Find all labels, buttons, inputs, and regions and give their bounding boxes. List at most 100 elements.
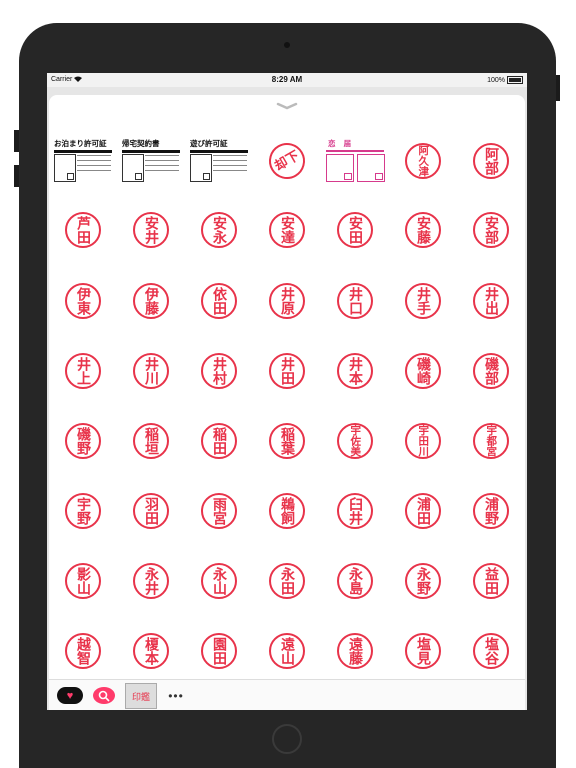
sticker-stamp[interactable]: 安永 [189, 200, 249, 260]
form-title: お泊まり許可証 [54, 138, 112, 153]
name-stamp: 阿久津 [405, 143, 441, 179]
sticker-stamp[interactable]: 遠藤 [325, 621, 385, 681]
sticker-pink-form[interactable]: 恋 届 [325, 131, 385, 191]
sticker-stamp[interactable]: 阿久津 [393, 131, 453, 191]
sticker-stamp[interactable]: 浦野 [461, 481, 521, 541]
sticker-stamp[interactable]: 安藤 [393, 200, 453, 260]
name-stamp: 稲垣 [133, 423, 169, 459]
sticker-stamp[interactable]: 塩谷 [461, 621, 521, 681]
sticker-stamp[interactable]: 鵜飼 [257, 481, 317, 541]
name-stamp: 井上 [65, 353, 101, 389]
sticker-stamp[interactable]: 安田 [325, 200, 385, 260]
stamp-text: 井村 [211, 357, 227, 385]
home-button[interactable] [272, 724, 302, 754]
stamp-text: 稲葉 [279, 427, 295, 455]
stamp-text: 永山 [211, 567, 227, 595]
name-stamp: 井村 [201, 353, 237, 389]
name-stamp: 臼井 [337, 493, 373, 529]
stamp-text: 井川 [143, 357, 159, 385]
sticker-stamp[interactable]: 芦田 [53, 200, 113, 260]
sticker-stamp[interactable]: 依田 [189, 271, 249, 331]
sticker-stamp[interactable]: 宇都宮 [461, 411, 521, 471]
sticker-stamp[interactable]: 井村 [189, 341, 249, 401]
sticker-stamp[interactable]: 宇野 [53, 481, 113, 541]
stamp-text: 塩見 [415, 637, 431, 665]
sticker-stamp[interactable]: 阿部 [461, 131, 521, 191]
sticker-stamp[interactable]: 井上 [53, 341, 113, 401]
sticker-stamp[interactable]: 井川 [121, 341, 181, 401]
sticker-stamp[interactable]: 伊東 [53, 271, 113, 331]
name-stamp: 越智 [65, 633, 101, 669]
stamp-text: 安部 [483, 216, 499, 244]
name-stamp: 依田 [201, 283, 237, 319]
sticker-stamp[interactable]: 益田 [461, 551, 521, 611]
status-time: 8:29 AM [271, 75, 303, 84]
power-button [556, 75, 560, 101]
sticker-pack-thumbnail[interactable]: 印鑑 [125, 683, 157, 709]
name-stamp: 井手 [405, 283, 441, 319]
name-stamp: 遠藤 [337, 633, 373, 669]
sticker-stamp[interactable]: 井本 [325, 341, 385, 401]
sticker-stamp[interactable]: 稲垣 [121, 411, 181, 471]
name-stamp: 安井 [133, 212, 169, 248]
sticker-stamp[interactable]: 磯部 [461, 341, 521, 401]
name-stamp: 宇佐美 [337, 423, 373, 459]
name-stamp: 永野 [405, 563, 441, 599]
sticker-stamp[interactable]: 安部 [461, 200, 521, 260]
search-button[interactable] [93, 687, 115, 704]
name-stamp: 浦野 [473, 493, 509, 529]
name-stamp: 磯部 [473, 353, 509, 389]
name-stamp: 雨宮 [201, 493, 237, 529]
sticker-stamp[interactable]: 伊藤 [121, 271, 181, 331]
sticker-stamp[interactable]: 磯崎 [393, 341, 453, 401]
stamp-text: 阿久津 [417, 145, 430, 177]
sticker-stamp[interactable]: 臼井 [325, 481, 385, 541]
name-stamp: 鵜飼 [269, 493, 305, 529]
name-stamp: 影山 [65, 563, 101, 599]
sticker-stamp[interactable]: 越智 [53, 621, 113, 681]
sticker-stamp[interactable]: 羽田 [121, 481, 181, 541]
sticker-stamp[interactable]: 宇田川 [393, 411, 453, 471]
name-stamp: 稲田 [201, 423, 237, 459]
sticker-stamp[interactable]: 雨宮 [189, 481, 249, 541]
sticker-stamp-rejected[interactable]: 却下 [257, 131, 317, 191]
name-stamp: 永田 [269, 563, 305, 599]
sticker-stamp[interactable]: 永井 [121, 551, 181, 611]
stamp-text: 影山 [75, 567, 91, 595]
status-bar: Carrier 8:29 AM 100% [47, 73, 527, 87]
sticker-stamp[interactable]: 稲葉 [257, 411, 317, 471]
sticker-stamp[interactable]: 浦田 [393, 481, 453, 541]
sticker-stamp[interactable]: 永山 [189, 551, 249, 611]
sticker-stamp[interactable]: 井手 [393, 271, 453, 331]
sticker-stamp[interactable]: 園田 [189, 621, 249, 681]
stamp-text: 羽田 [143, 497, 159, 525]
favorites-button[interactable]: ♥ [57, 687, 83, 704]
sticker-stamp[interactable]: 遠山 [257, 621, 317, 681]
sticker-stamp[interactable]: 井口 [325, 271, 385, 331]
chevron-down-icon[interactable] [276, 101, 298, 111]
sticker-stamp[interactable]: 井原 [257, 271, 317, 331]
sticker-stamp[interactable]: 塩見 [393, 621, 453, 681]
name-stamp: 井田 [269, 353, 305, 389]
sticker-stamp[interactable]: 永野 [393, 551, 453, 611]
stamp-text: 伊東 [75, 287, 91, 315]
sticker-stamp[interactable]: 井田 [257, 341, 317, 401]
stamp-text: 芦田 [75, 216, 91, 244]
sticker-stamp[interactable]: 永島 [325, 551, 385, 611]
sticker-form-return[interactable]: 帰宅契約書 [121, 131, 181, 191]
stamp-text: 宇都宮 [485, 425, 498, 457]
sticker-stamp[interactable]: 安達 [257, 200, 317, 260]
sticker-stamp[interactable]: 榎本 [121, 621, 181, 681]
stamp-text: 浦田 [415, 497, 431, 525]
name-stamp: 磯野 [65, 423, 101, 459]
sticker-stamp[interactable]: 磯野 [53, 411, 113, 471]
sticker-form-overnight[interactable]: お泊まり許可証 [53, 131, 113, 191]
sticker-form-play[interactable]: 遊び許可証 [189, 131, 249, 191]
sticker-stamp[interactable]: 井出 [461, 271, 521, 331]
more-button[interactable]: ••• [165, 687, 187, 704]
sticker-stamp[interactable]: 永田 [257, 551, 317, 611]
sticker-stamp[interactable]: 宇佐美 [325, 411, 385, 471]
sticker-stamp[interactable]: 稲田 [189, 411, 249, 471]
sticker-stamp[interactable]: 安井 [121, 200, 181, 260]
sticker-stamp[interactable]: 影山 [53, 551, 113, 611]
